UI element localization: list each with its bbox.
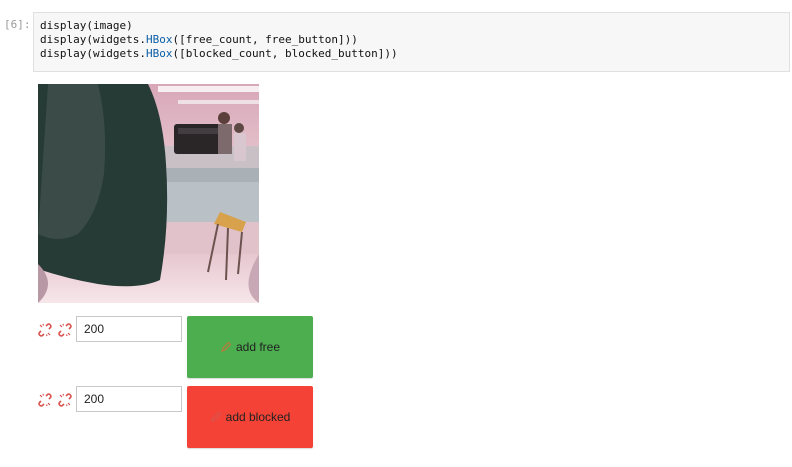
code-text: ([free_count, free_button])) (172, 33, 358, 46)
code-keyword: HBox (145, 33, 173, 46)
unlink-icon (38, 393, 52, 407)
edit-icon (221, 341, 232, 352)
code-line: display(widgets.HBox([free_count, free_b… (40, 33, 783, 47)
free-row: add free (38, 316, 338, 380)
code-cell[interactable]: display(image) display(widgets.HBox([fre… (33, 12, 790, 72)
code-text: ([blocked_count, blocked_button])) (172, 47, 398, 60)
code-keyword: HBox (145, 47, 173, 60)
code-line: display(image) (40, 19, 783, 33)
add-free-button[interactable]: add free (187, 316, 313, 378)
unlink-icon (38, 323, 52, 337)
unlink-icon (58, 323, 72, 337)
add-free-label: add free (235, 340, 281, 354)
unlink-icon (58, 393, 72, 407)
edit-icon (210, 411, 221, 422)
blocked-count-input[interactable] (76, 386, 182, 412)
free-count-input[interactable] (76, 316, 182, 342)
code-text: display(image) (40, 19, 133, 32)
code-line: display(widgets.HBox([blocked_count, blo… (40, 47, 783, 61)
add-blocked-button[interactable]: add blocked (187, 386, 313, 448)
code-text: display(widgets. (40, 33, 146, 46)
add-blocked-label: add blocked (225, 410, 291, 424)
camera-image-graphic (38, 84, 259, 303)
cell-prompt: [6]: (4, 18, 31, 31)
code-text: display(widgets. (40, 47, 146, 60)
blocked-row: add blocked (38, 386, 338, 450)
camera-image (38, 84, 259, 303)
